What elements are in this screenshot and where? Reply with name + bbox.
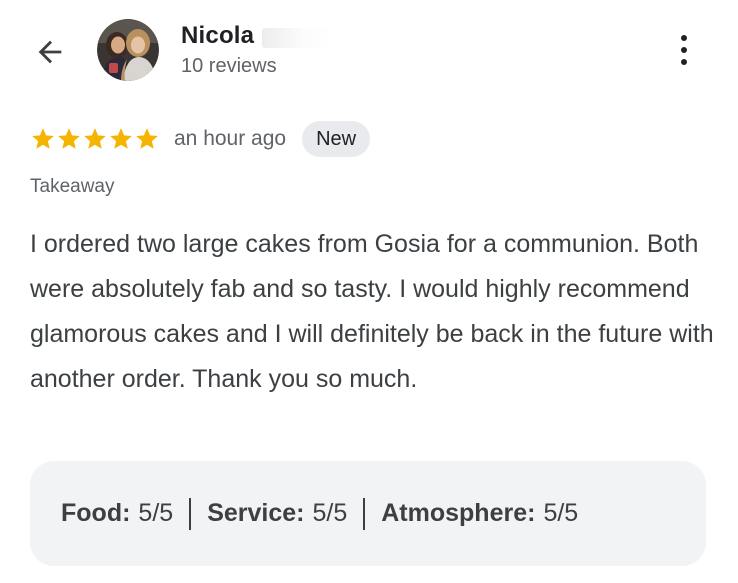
redacted-surname <box>262 28 334 48</box>
reviewer-name[interactable]: Nicola <box>181 22 254 50</box>
review-text: I ordered two large cakes from Gosia for… <box>30 230 714 393</box>
food-value: 5/5 <box>138 499 174 527</box>
new-badge: New <box>302 121 371 157</box>
food-label: Food: <box>61 499 131 527</box>
divider <box>363 497 366 530</box>
arrow-back-icon <box>38 40 62 64</box>
rating-row: an hour ago New <box>30 120 371 158</box>
star-rating <box>30 126 160 152</box>
back-button[interactable] <box>28 30 72 74</box>
more-vert-icon <box>681 35 687 41</box>
atmosphere-value: 5/5 <box>543 499 579 527</box>
category-ratings: Food: 5/5 Service: 5/5 Atmosphere: 5/5 <box>61 497 579 530</box>
review-time: an hour ago <box>174 127 287 150</box>
star-icon <box>110 128 132 149</box>
star-icon <box>58 128 80 149</box>
service-value: 5/5 <box>312 499 348 527</box>
more-options-button[interactable] <box>664 30 704 70</box>
service-type: Takeaway <box>30 176 115 197</box>
star-icon <box>136 128 158 149</box>
category-ratings-panel: Food: 5/5 Service: 5/5 Atmosphere: 5/5 <box>30 461 706 566</box>
review-header: Nicola 10 reviews <box>0 0 738 100</box>
avatar[interactable] <box>97 19 159 81</box>
star-icon <box>84 128 106 149</box>
atmosphere-label: Atmosphere: <box>381 499 536 527</box>
star-icon <box>32 128 54 149</box>
service-label: Service: <box>207 499 305 527</box>
review-count[interactable]: 10 reviews <box>181 55 277 78</box>
divider <box>189 497 192 530</box>
